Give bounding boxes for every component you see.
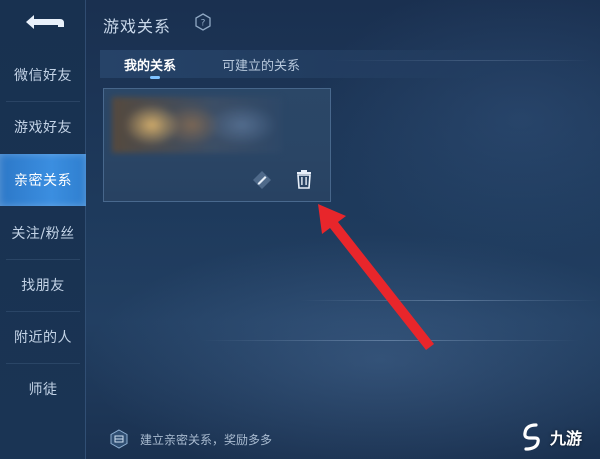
sidebar-item-intimate-relations[interactable]: 亲密关系: [0, 154, 86, 206]
sidebar-item-label: 亲密关系: [14, 173, 72, 189]
sidebar-item-label: 游戏好友: [14, 120, 72, 136]
tab-label: 我的关系: [124, 58, 177, 74]
sidebar-item-label: 师徒: [28, 382, 58, 398]
light-streak: [200, 340, 580, 341]
sidebar-item-find-friends[interactable]: 找朋友: [0, 260, 86, 310]
tab-label: 可建立的关系: [222, 58, 301, 74]
watermark-text: 九游: [550, 429, 583, 448]
sidebar: 微信好友 游戏好友 亲密关系 关注/粉丝 找朋友 附近的人 师徒: [0, 0, 86, 459]
light-streak: [300, 300, 600, 301]
hexagon-badge-icon: [110, 429, 128, 449]
help-icon: ?: [195, 13, 211, 31]
relation-card[interactable]: [103, 88, 331, 202]
sidebar-item-follow-fans[interactable]: 关注/粉丝: [0, 208, 86, 258]
active-tab-indicator: [150, 76, 160, 79]
edit-icon: [253, 171, 271, 189]
sidebar-item-nearby-people[interactable]: 附近的人: [0, 312, 86, 362]
sidebar-item-game-friends[interactable]: 游戏好友: [0, 102, 86, 152]
sidebar-item-wechat-friends[interactable]: 微信好友: [0, 50, 86, 100]
help-button[interactable]: ?: [193, 12, 213, 32]
gift-hint-icon: [108, 428, 130, 450]
delete-button[interactable]: [292, 167, 316, 191]
blurred-avatar: [112, 97, 282, 153]
nine-game-logo-icon: [523, 423, 540, 451]
tab-my-relations[interactable]: 我的关系: [124, 50, 176, 78]
sidebar-item-mentor[interactable]: 师徒: [0, 364, 86, 414]
back-arrow-icon: [26, 15, 64, 29]
sidebar-item-label: 附近的人: [14, 330, 72, 346]
sidebar-item-label: 微信好友: [14, 68, 72, 84]
svg-text:?: ?: [201, 19, 206, 29]
sidebar-item-label: 关注/粉丝: [11, 226, 75, 242]
sidebar-item-label: 找朋友: [21, 278, 65, 294]
trash-icon: [297, 170, 311, 189]
footer-hint-text: 建立亲密关系，奖励多多: [140, 433, 273, 447]
page-title: 游戏关系: [103, 17, 172, 36]
watermark: 九游: [520, 420, 582, 454]
edit-button[interactable]: [251, 169, 273, 191]
game-relations-screen: 微信好友 游戏好友 亲密关系 关注/粉丝 找朋友 附近的人 师徒 游戏关系 ?: [0, 0, 600, 459]
tab-available-relations[interactable]: 可建立的关系: [222, 50, 300, 78]
back-button[interactable]: [14, 8, 70, 36]
